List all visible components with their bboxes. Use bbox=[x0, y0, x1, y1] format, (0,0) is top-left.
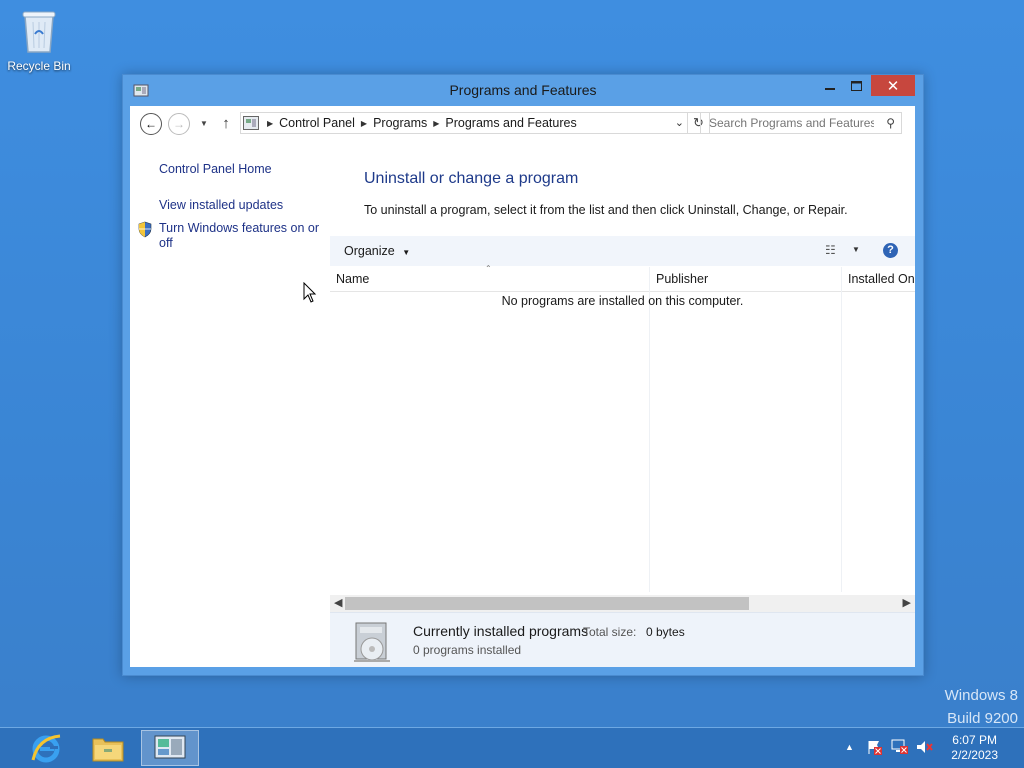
build-watermark: Windows 8 Build 9200 bbox=[945, 684, 1018, 730]
folder-icon bbox=[92, 738, 124, 762]
action-center-icon[interactable] bbox=[866, 739, 882, 758]
help-button[interactable]: ? bbox=[883, 243, 898, 258]
scroll-left-icon[interactable]: ◀ bbox=[334, 596, 342, 609]
total-size-value: 0 bytes bbox=[646, 625, 685, 639]
change-view-button[interactable]: ☷ bbox=[825, 243, 836, 257]
turn-windows-features-line1: Turn Windows features on or bbox=[159, 221, 320, 235]
clock-time: 6:07 PM bbox=[952, 733, 997, 747]
search-box[interactable]: ⚲ bbox=[700, 112, 902, 134]
clock-date: 2/2/2023 bbox=[951, 748, 998, 762]
breadcrumb-separator-icon: ▶ bbox=[267, 118, 274, 128]
taskbar: ▲ 6:07 PM 2/2/2023 bbox=[0, 727, 1024, 768]
search-input[interactable] bbox=[709, 116, 874, 130]
sort-ascending-icon: ⌃ bbox=[485, 264, 492, 273]
mouse-cursor-icon bbox=[303, 282, 317, 303]
recycle-bin-label: Recycle Bin bbox=[7, 59, 71, 73]
window-title: Programs and Features bbox=[449, 82, 597, 98]
chevron-down-icon: ▼ bbox=[852, 245, 860, 254]
window-client-area: ← → ▼ ↑ ▶ Control Panel ▶ Programs ▶ Pro… bbox=[130, 106, 915, 667]
taskbar-internet-explorer[interactable] bbox=[17, 730, 75, 766]
back-button[interactable]: ← bbox=[140, 113, 162, 135]
task-pane: Control Panel Home View installed update… bbox=[130, 140, 330, 667]
breadcrumb-control-panel[interactable]: Control Panel bbox=[279, 116, 355, 130]
horizontal-scrollbar[interactable]: ◀ ▶ bbox=[330, 595, 915, 612]
programs-and-features-window: Programs and Features ✕ ← → ▼ ↑ ▶ Contro… bbox=[122, 74, 924, 676]
breadcrumb-programs[interactable]: Programs bbox=[373, 116, 427, 130]
title-bar[interactable]: Programs and Features ✕ bbox=[123, 75, 923, 105]
help-icon: ? bbox=[887, 244, 894, 256]
details-pane: Currently installed programs Total size:… bbox=[330, 612, 915, 667]
recycle-bin-icon bbox=[22, 11, 56, 53]
view-details-icon: ☷ bbox=[825, 243, 836, 257]
address-bar: ← → ▼ ↑ ▶ Control Panel ▶ Programs ▶ Pro… bbox=[130, 106, 915, 140]
main-pane: Uninstall or change a program To uninsta… bbox=[330, 140, 915, 667]
scrollbar-thumb[interactable] bbox=[345, 597, 749, 610]
taskbar-file-explorer[interactable] bbox=[79, 730, 137, 766]
close-button[interactable]: ✕ bbox=[871, 75, 915, 96]
network-icon[interactable] bbox=[891, 739, 909, 758]
back-arrow-icon: ← bbox=[145, 117, 157, 131]
breadcrumb-programs-and-features[interactable]: Programs and Features bbox=[445, 116, 576, 130]
programs-count: 0 programs installed bbox=[413, 643, 522, 657]
maximize-icon bbox=[850, 81, 862, 91]
search-icon[interactable]: ⚲ bbox=[886, 116, 895, 130]
minimize-icon bbox=[825, 88, 835, 90]
column-divider bbox=[841, 267, 842, 592]
chevron-down-icon: ▼ bbox=[402, 248, 411, 257]
taskbar-control-panel[interactable] bbox=[141, 730, 199, 766]
control-panel-location-icon bbox=[243, 116, 259, 130]
details-title: Currently installed programs bbox=[413, 623, 589, 639]
scroll-right-icon[interactable]: ▶ bbox=[903, 596, 911, 609]
close-icon: ✕ bbox=[886, 77, 900, 95]
breadcrumb-separator-icon[interactable]: ▶ bbox=[361, 119, 367, 128]
up-button[interactable]: ↑ bbox=[216, 113, 236, 133]
up-arrow-icon: ↑ bbox=[222, 114, 230, 132]
internet-explorer-icon bbox=[31, 734, 61, 763]
view-installed-updates-link[interactable]: View installed updates bbox=[159, 198, 283, 213]
address-dropdown-icon[interactable]: ⌄ bbox=[675, 116, 684, 129]
forward-arrow-icon: → bbox=[173, 117, 185, 131]
page-heading: Uninstall or change a program bbox=[364, 170, 579, 187]
column-header-publisher[interactable]: Publisher bbox=[656, 272, 708, 286]
chevron-down-icon: ▼ bbox=[200, 118, 208, 128]
page-description: To uninstall a program, select it from t… bbox=[364, 203, 848, 217]
column-headers: Name ⌃ Publisher Installed On bbox=[330, 264, 915, 292]
command-bar: Organize ▼ ☷ ▼ ? bbox=[330, 236, 915, 266]
installed-programs-icon bbox=[350, 619, 394, 670]
column-header-installed-on[interactable]: Installed On bbox=[848, 272, 915, 286]
address-field[interactable]: ▶ Control Panel ▶ Programs ▶ Programs an… bbox=[240, 112, 688, 134]
recent-locations-button[interactable]: ▼ bbox=[194, 113, 214, 133]
turn-windows-features-link[interactable]: Turn Windows features on or off bbox=[159, 221, 319, 251]
turn-windows-features-line2: off bbox=[159, 236, 173, 250]
show-hidden-icons-button[interactable]: ▲ bbox=[845, 742, 854, 752]
forward-button[interactable]: → bbox=[168, 113, 190, 135]
view-options-dropdown[interactable]: ▼ bbox=[852, 245, 860, 254]
maximize-button[interactable] bbox=[841, 75, 871, 97]
column-divider bbox=[649, 267, 650, 592]
control-panel-home-link[interactable]: Control Panel Home bbox=[159, 162, 272, 177]
watermark-line1: Windows 8 bbox=[944, 687, 1018, 704]
breadcrumb-separator-icon[interactable]: ▶ bbox=[433, 119, 439, 128]
volume-muted-icon[interactable] bbox=[916, 739, 934, 758]
shield-icon bbox=[137, 221, 153, 243]
organize-button[interactable]: Organize ▼ bbox=[344, 244, 410, 258]
clock[interactable]: 6:07 PM 2/2/2023 bbox=[951, 733, 998, 763]
column-header-name[interactable]: Name bbox=[336, 272, 369, 286]
total-size-label: Total size: bbox=[583, 625, 637, 639]
control-panel-icon bbox=[154, 735, 186, 759]
recycle-bin-desktop-icon[interactable]: Recycle Bin bbox=[6, 6, 72, 73]
empty-list-message: No programs are installed on this comput… bbox=[501, 294, 744, 308]
organize-label: Organize bbox=[344, 244, 395, 258]
